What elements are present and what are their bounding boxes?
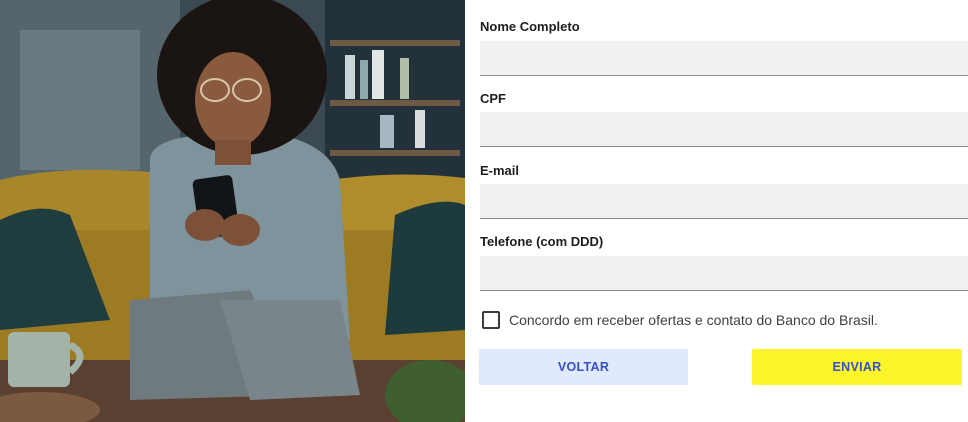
phone-label: Telefone (com DDD)	[480, 234, 604, 249]
phone-input[interactable]	[480, 256, 968, 291]
full-name-label: Nome Completo	[480, 19, 580, 34]
cpf-label: CPF	[480, 91, 506, 106]
cpf-input[interactable]	[480, 112, 968, 147]
consent-label: Concordo em receber ofertas e contato do…	[509, 312, 878, 328]
hero-illustration	[0, 0, 465, 422]
contact-form: Nome Completo CPF E-mail Telefone (com D…	[465, 0, 968, 422]
consent-row[interactable]: Concordo em receber ofertas e contato do…	[482, 311, 878, 329]
full-name-input[interactable]	[480, 41, 968, 76]
consent-checkbox[interactable]	[482, 311, 500, 329]
send-button[interactable]: ENVIAR	[752, 349, 962, 385]
back-button[interactable]: VOLTAR	[479, 349, 688, 385]
hero-photo	[0, 0, 465, 422]
email-input[interactable]	[480, 184, 968, 219]
email-label: E-mail	[480, 163, 520, 178]
